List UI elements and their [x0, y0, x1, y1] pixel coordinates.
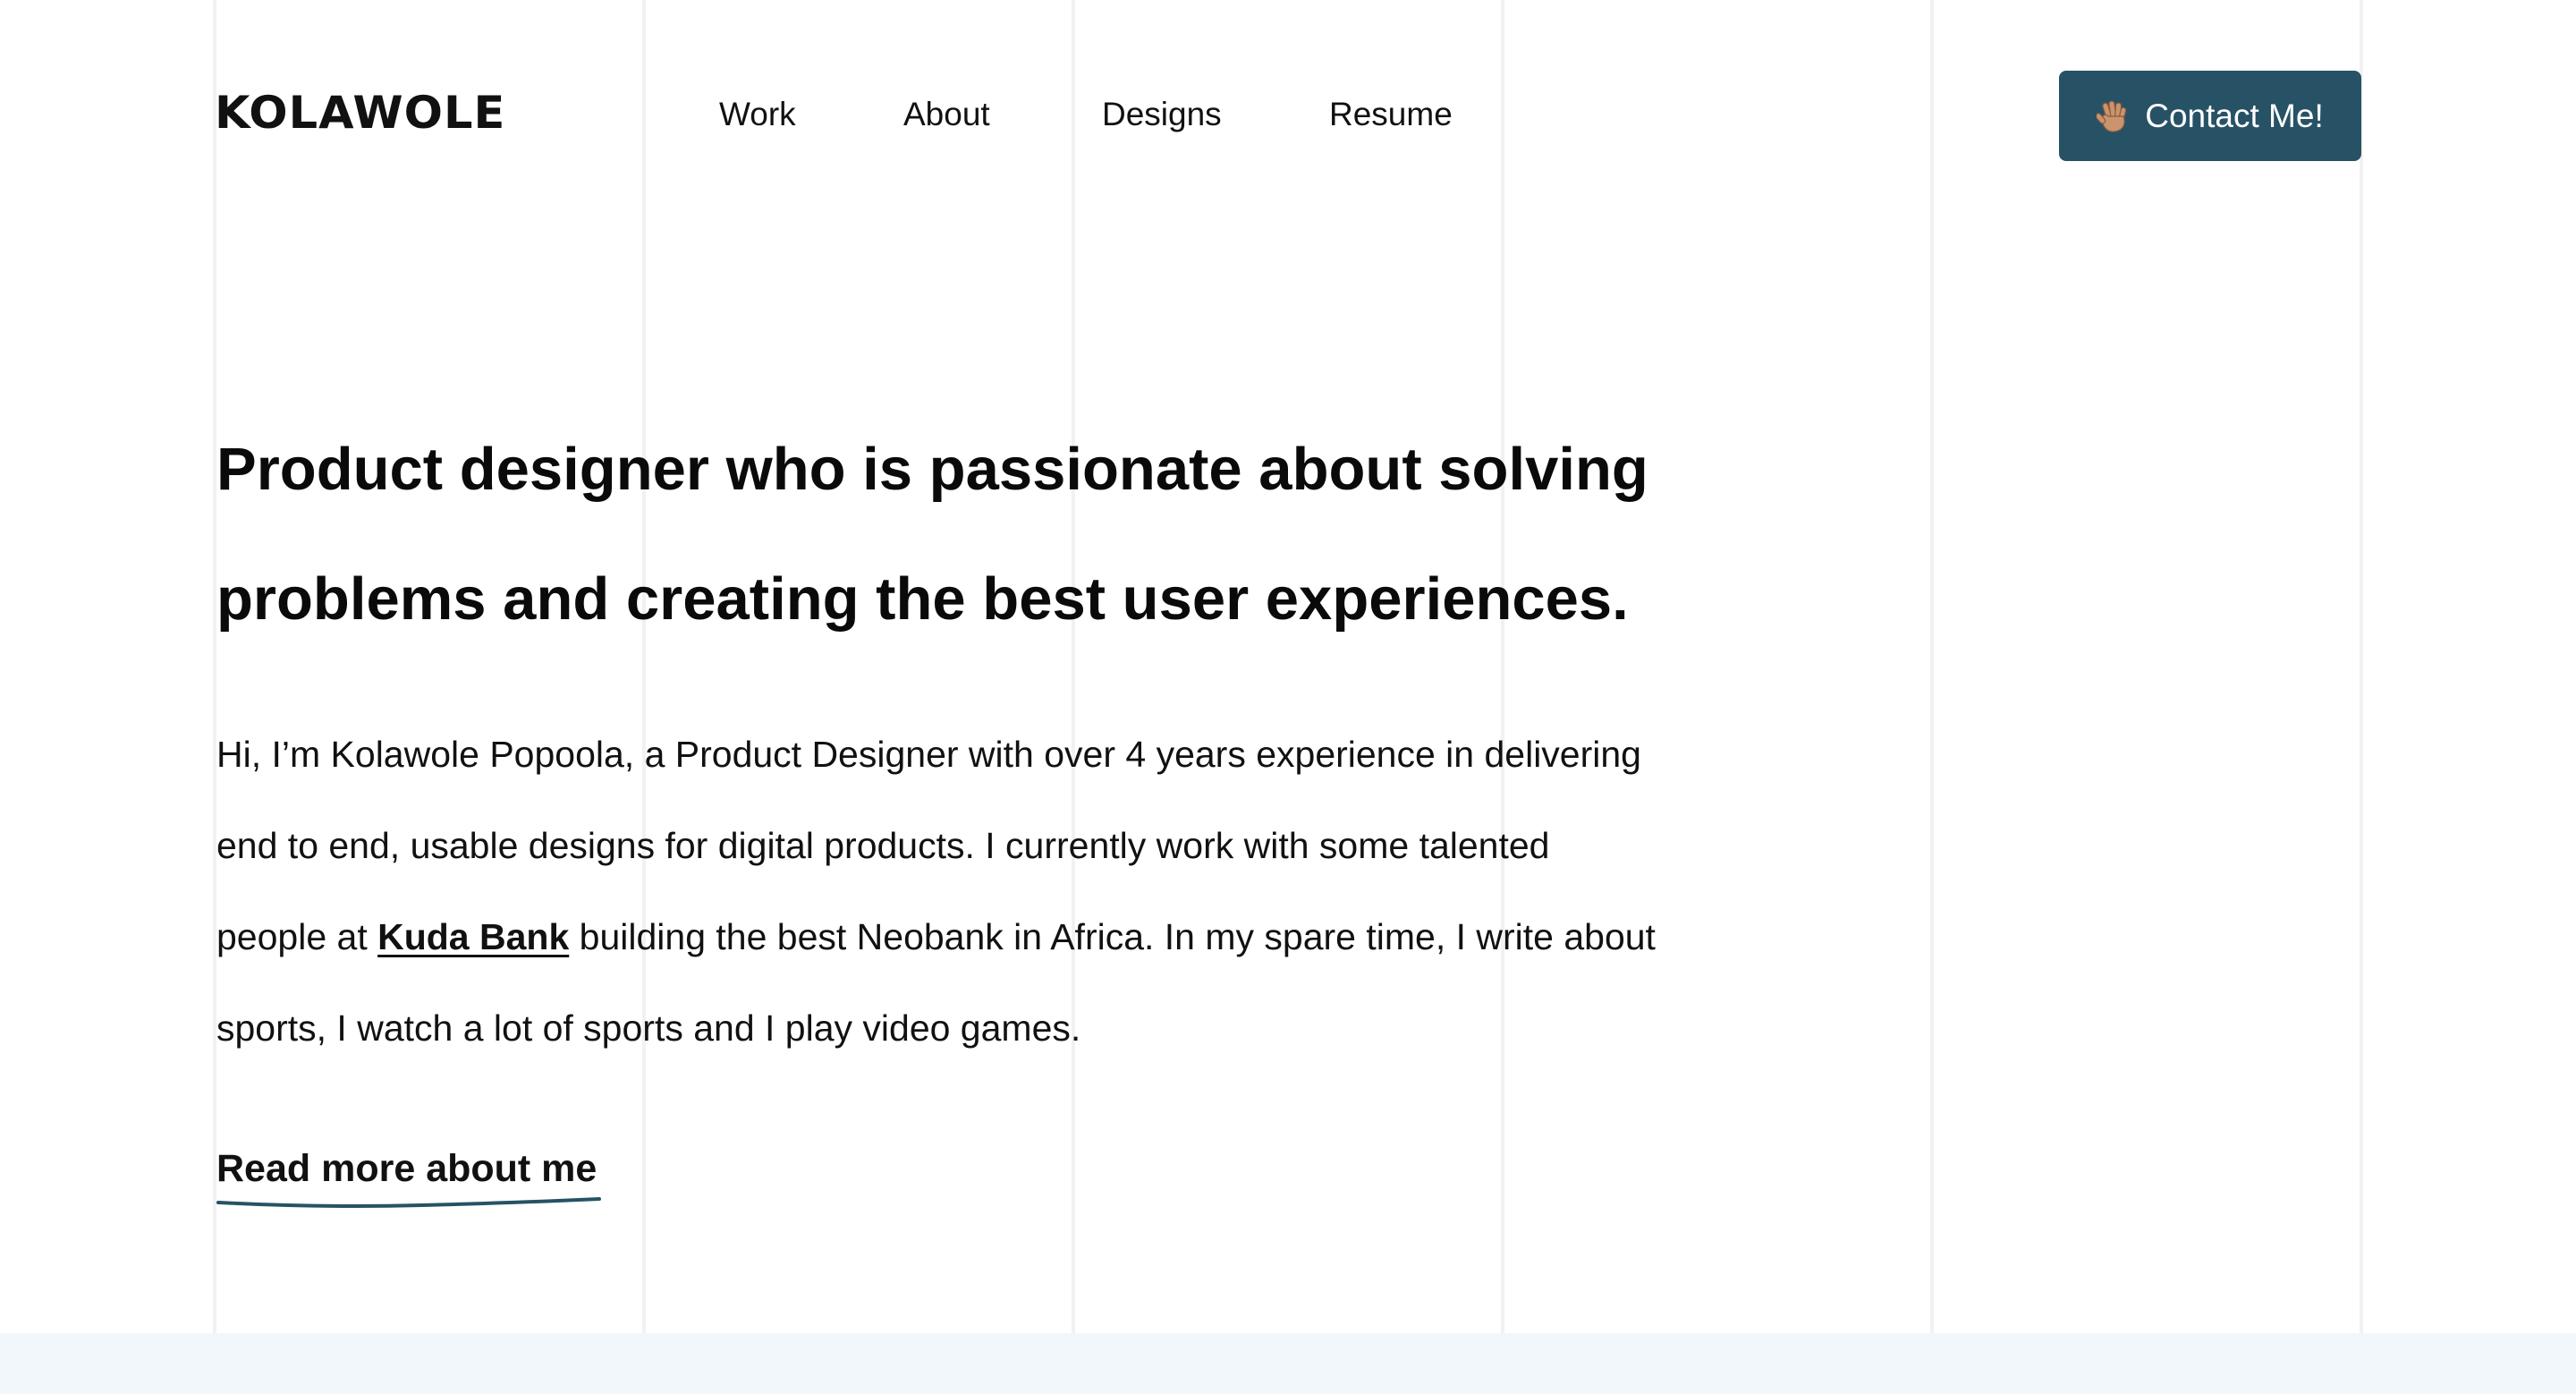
- intro-text: building the best Neobank in Africa. In …: [569, 916, 1656, 957]
- hero-headline-line: problems and creating the best user expe…: [216, 565, 1629, 633]
- contact-button-label: Contact Me!: [2145, 97, 2324, 134]
- nav-item-designs[interactable]: Designs: [1102, 95, 1222, 134]
- waving-hand-icon: [2097, 99, 2127, 132]
- background-grid-lines: [0, 0, 2576, 1333]
- grid-line: [1930, 0, 1934, 1333]
- next-section-band: [0, 1333, 2576, 1394]
- contact-me-button[interactable]: Contact Me!: [2059, 71, 2361, 161]
- nav-item-resume[interactable]: Resume: [1329, 95, 1453, 134]
- squiggle-underline: [216, 1197, 601, 1208]
- kuda-bank-link[interactable]: Kuda Bank: [377, 916, 569, 957]
- grid-line: [1072, 0, 1075, 1333]
- grid-line: [642, 0, 646, 1333]
- intro-text: people at: [216, 916, 378, 957]
- hero-headline: Product designer who is passionate about…: [216, 404, 1826, 664]
- nav-item-work[interactable]: Work: [719, 95, 796, 134]
- site-logo[interactable]: KOLAWOLE: [215, 88, 505, 138]
- nav-item-about[interactable]: About: [903, 95, 990, 134]
- hero-headline-line: Product designer who is passionate about…: [216, 436, 1648, 503]
- grid-line: [2360, 0, 2363, 1333]
- intro-line: Hi, I’m Kolawole Popoola, a Product Desi…: [216, 734, 1641, 775]
- intro-line: people at Kuda Bank building the best Ne…: [216, 891, 1826, 982]
- hero-intro-paragraph: Hi, I’m Kolawole Popoola, a Product Desi…: [216, 709, 1826, 1074]
- grid-line: [213, 0, 216, 1333]
- intro-line: sports, I watch a lot of sports and I pl…: [216, 1007, 1081, 1049]
- intro-line: end to end, usable designs for digital p…: [216, 825, 1550, 866]
- read-more-about-me-link[interactable]: Read more about me: [216, 1145, 597, 1192]
- grid-line: [1501, 0, 1504, 1333]
